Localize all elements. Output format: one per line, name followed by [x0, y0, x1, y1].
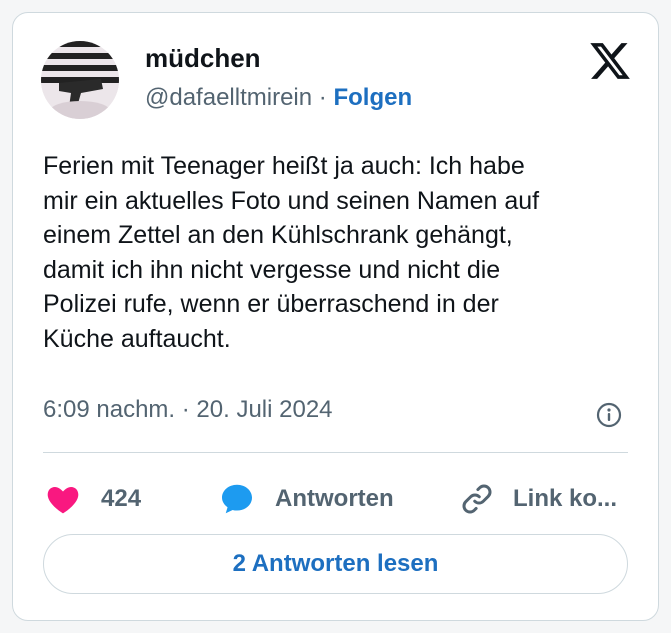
- tweet-text: Ferien mit Teenager heißt ja auch: Ich h…: [43, 152, 540, 353]
- action-bar: 424 Antworten Link ko...: [13, 475, 658, 523]
- follow-button[interactable]: Folgen: [333, 84, 412, 111]
- like-button[interactable]: 424: [45, 475, 141, 523]
- reply-label: Antworten: [275, 485, 394, 512]
- copy-link-label: Link ko...: [513, 485, 618, 512]
- tweet-card: müdchen @dafaelltmirein · Folgen Ferien …: [12, 12, 659, 621]
- link-icon: [459, 481, 495, 517]
- like-count: 424: [101, 485, 142, 512]
- heart-icon: [45, 481, 81, 517]
- tweet-timestamp[interactable]: 6:09 nachm. · 20. Juli 2024: [43, 396, 333, 424]
- speech-bubble-icon: [219, 481, 255, 517]
- display-name[interactable]: müdchen: [145, 43, 261, 74]
- read-replies-button[interactable]: 2 Antworten lesen: [43, 534, 628, 594]
- avatar[interactable]: [41, 41, 119, 119]
- x-logo-icon[interactable]: [588, 39, 632, 83]
- separator-dot: ·: [318, 84, 327, 111]
- info-icon[interactable]: [596, 402, 622, 428]
- handle-row: @dafaelltmirein · Folgen: [145, 84, 412, 112]
- handle[interactable]: @dafaelltmirein: [145, 84, 312, 111]
- divider: [43, 452, 628, 453]
- reply-button[interactable]: Antworten: [219, 475, 394, 523]
- copy-link-button[interactable]: Link ko...: [459, 475, 617, 523]
